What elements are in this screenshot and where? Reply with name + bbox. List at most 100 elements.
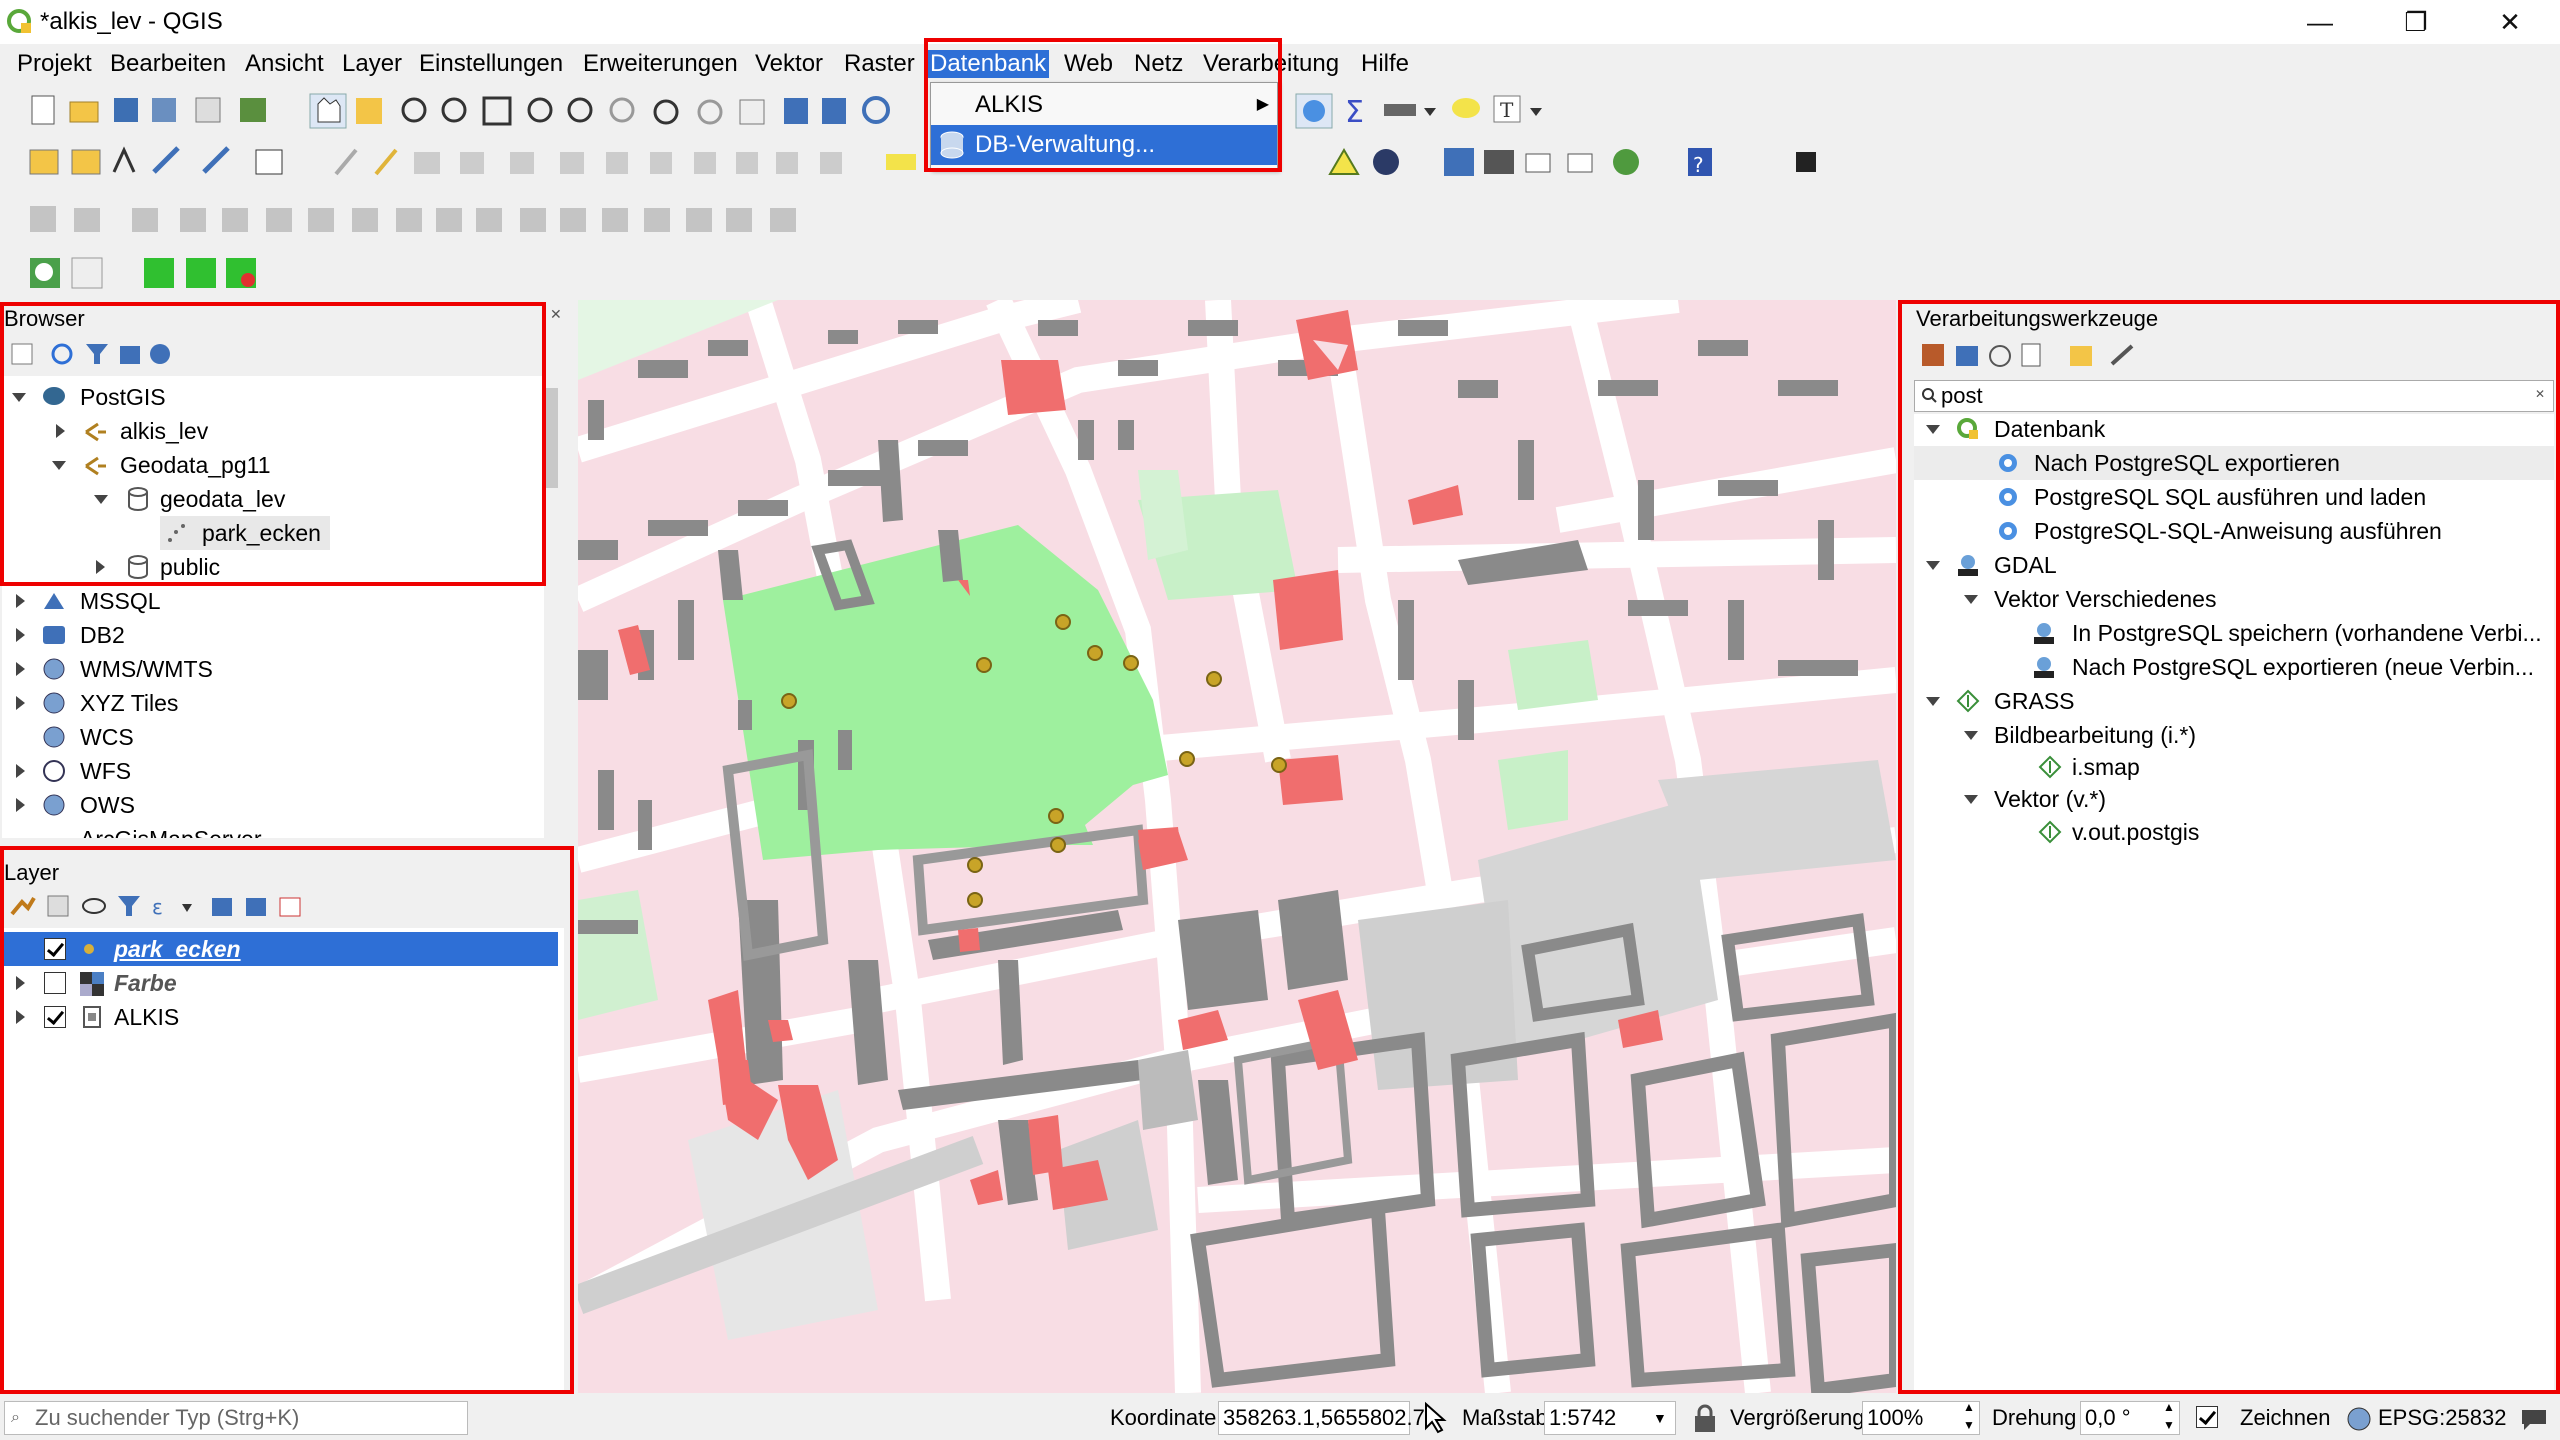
expand-arrow-icon[interactable] xyxy=(1926,561,1940,570)
lock-icon[interactable] xyxy=(1692,1404,1718,1434)
browser-item-xyz-tiles[interactable]: XYZ Tiles xyxy=(0,686,540,720)
analysis-toolbar-icons: Σ T xyxy=(1295,93,1542,130)
spin-arrows-icon[interactable]: ▲ ▼ xyxy=(1963,1398,1975,1434)
menu-einstellungen[interactable]: Einstellungen xyxy=(416,50,566,78)
expand-arrow-icon[interactable] xyxy=(94,495,108,504)
rotation-spinbox[interactable]: 0,0 ° ▲ ▼ xyxy=(2080,1398,2180,1435)
menu-hilfe[interactable]: Hilfe xyxy=(1358,50,1412,78)
menu-ansicht[interactable]: Ansicht xyxy=(242,50,327,78)
layer-visibility-checkbox[interactable] xyxy=(44,972,66,994)
browser-item-postgis[interactable]: PostGIS xyxy=(0,380,540,414)
browser-item-public[interactable]: public xyxy=(0,550,540,584)
render-checkbox[interactable] xyxy=(2196,1406,2218,1428)
browser-item-mssql[interactable]: MSSQL xyxy=(0,584,540,618)
maximize-button[interactable]: ❐ xyxy=(2376,0,2456,44)
processing-group-grass[interactable]: GRASS xyxy=(1914,684,2554,718)
remove-layer-icon xyxy=(279,897,301,917)
processing-group-vektor-verschiedenes[interactable]: Vektor Verschiedenes xyxy=(1914,582,2554,616)
layer-visibility-checkbox[interactable] xyxy=(44,938,66,960)
dropdown-item-db-verwaltung[interactable]: DB-Verwaltung... xyxy=(931,125,1277,165)
layer-item-farbe[interactable]: Farbe xyxy=(2,966,558,1000)
expand-arrow-icon[interactable] xyxy=(1964,795,1978,804)
browser-item-wfs[interactable]: WFS xyxy=(0,754,540,788)
properties-icon xyxy=(150,344,170,364)
processing-group-bildbearbeitung[interactable]: Bildbearbeitung (i.*) xyxy=(1914,718,2554,752)
processing-item-in-postgresql-speichern[interactable]: In PostgreSQL speichern (vorhandene Verb… xyxy=(1914,616,2554,650)
layer-item-park-ecken[interactable]: park_ecken xyxy=(2,932,558,966)
expand-arrow-icon[interactable] xyxy=(16,1010,25,1024)
messages-icon[interactable] xyxy=(2520,1406,2548,1432)
menu-erweiterungen[interactable]: Erweiterungen xyxy=(580,50,741,78)
dropdown-item-alkis[interactable]: ALKIS ▶ xyxy=(931,85,1277,125)
magnifier-spinbox[interactable]: 100% ▲ ▼ xyxy=(1862,1398,1980,1435)
browser-item-alkis-lev[interactable]: alkis_lev xyxy=(0,414,540,448)
close-button[interactable]: ✕ xyxy=(2470,0,2550,44)
spin-arrows-icon[interactable]: ▲ ▼ xyxy=(2163,1398,2175,1434)
connection-icon xyxy=(85,422,106,442)
browser-item-wms[interactable]: WMS/WMTS xyxy=(0,652,540,686)
title-bar: *alkis_lev - QGIS — ❐ ✕ xyxy=(0,0,2560,44)
crs-globe-icon[interactable] xyxy=(2346,1406,2372,1432)
menu-datenbank[interactable]: Datenbank xyxy=(927,50,1050,78)
expand-arrow-icon[interactable] xyxy=(1964,731,1978,740)
expand-arrow-icon[interactable] xyxy=(1926,425,1940,434)
menu-projekt[interactable]: Projekt xyxy=(14,50,95,78)
menu-layer[interactable]: Layer xyxy=(339,50,405,78)
expand-arrow-icon[interactable] xyxy=(52,461,66,470)
processing-group-datenbank[interactable]: Datenbank xyxy=(1914,412,2554,446)
processing-group-vektor-v[interactable]: Vektor (v.*) xyxy=(1914,782,2554,816)
expand-arrow-icon[interactable] xyxy=(1964,595,1978,604)
processing-item-v-out-postgis[interactable]: v.out.postgis xyxy=(1914,815,2554,849)
browser-item-park-ecken[interactable]: park_ecken xyxy=(160,516,330,550)
menu-netz[interactable]: Netz xyxy=(1131,50,1186,78)
browser-item-arcgis[interactable]: ArcGisMapServer xyxy=(0,822,540,838)
expand-arrow-icon[interactable] xyxy=(16,798,25,812)
scale-combobox[interactable]: 1:5742 ▼ xyxy=(1544,1401,1676,1435)
menu-bearbeiten[interactable]: Bearbeiten xyxy=(107,50,229,78)
menu-verarbeitung[interactable]: Verarbeitung xyxy=(1200,50,1342,78)
processing-group-gdal[interactable]: GDAL xyxy=(1914,548,2554,582)
panel-close-icon[interactable]: ✕ xyxy=(550,306,562,323)
expand-arrow-icon[interactable] xyxy=(16,662,25,676)
coordinate-field[interactable]: 358263.1,5655802.7 xyxy=(1218,1401,1425,1435)
expand-arrow-icon[interactable] xyxy=(16,976,25,990)
scrollbar-thumb[interactable] xyxy=(546,388,558,488)
browser-item-geodata-pg11[interactable]: Geodata_pg11 xyxy=(0,448,540,482)
expand-arrow-icon[interactable] xyxy=(96,560,105,574)
browser-scrollbar[interactable] xyxy=(544,376,560,838)
browser-item-db2[interactable]: DB2 xyxy=(0,618,540,652)
browser-item-geodata-lev[interactable]: geodata_lev xyxy=(0,482,540,516)
browser-item-ows[interactable]: OWS xyxy=(0,788,540,822)
expand-arrow-icon[interactable] xyxy=(16,628,25,642)
browser-item-wcs[interactable]: WCS xyxy=(0,720,540,754)
expand-arrow-icon[interactable] xyxy=(12,393,26,402)
processing-item-i-smap[interactable]: i.smap xyxy=(1914,750,2554,784)
gdal-icon xyxy=(1958,555,1978,576)
mouse-pointer-icon[interactable] xyxy=(1416,1400,1448,1436)
database-icon xyxy=(940,131,964,159)
processing-item-postgresql-sql-laden[interactable]: PostgreSQL SQL ausführen und laden xyxy=(1914,480,2554,514)
expand-arrow-icon[interactable] xyxy=(16,696,25,710)
layer-visibility-checkbox[interactable] xyxy=(44,1006,66,1028)
results-icon xyxy=(2021,343,2041,367)
processing-search-field[interactable]: post ✕ xyxy=(1914,380,2554,412)
filter-icon xyxy=(86,344,108,364)
crs-label[interactable]: EPSG:25832 xyxy=(2378,1405,2506,1431)
browser-item-label: ArcGisMapServer xyxy=(80,822,261,838)
expand-arrow-icon[interactable] xyxy=(56,424,65,438)
locator-search-input[interactable]: ⌕ Zu suchender Typ (Strg+K) xyxy=(4,1401,468,1435)
map-canvas[interactable] xyxy=(578,300,1896,1393)
layer-item-alkis[interactable]: ALKIS xyxy=(2,1000,558,1034)
menu-web[interactable]: Web xyxy=(1061,50,1116,78)
processing-item-nach-postgresql-exportieren[interactable]: Nach PostgreSQL exportieren xyxy=(1914,446,2554,480)
menu-raster[interactable]: Raster xyxy=(841,50,918,78)
processing-item-postgresql-sql-anweisung[interactable]: PostgreSQL-SQL-Anweisung ausführen xyxy=(1914,514,2554,548)
menu-vektor[interactable]: Vektor xyxy=(752,50,826,78)
expand-arrow-icon[interactable] xyxy=(16,594,25,608)
expand-arrow-icon[interactable] xyxy=(16,764,25,778)
processing-item-nach-postgresql-neue-verbindung[interactable]: Nach PostgreSQL exportieren (neue Verbin… xyxy=(1914,650,2554,684)
minimize-button[interactable]: — xyxy=(2280,0,2360,44)
clear-search-icon[interactable]: ✕ xyxy=(2535,387,2545,401)
postgis-elephant-icon xyxy=(43,387,65,405)
expand-arrow-icon[interactable] xyxy=(1926,697,1940,706)
